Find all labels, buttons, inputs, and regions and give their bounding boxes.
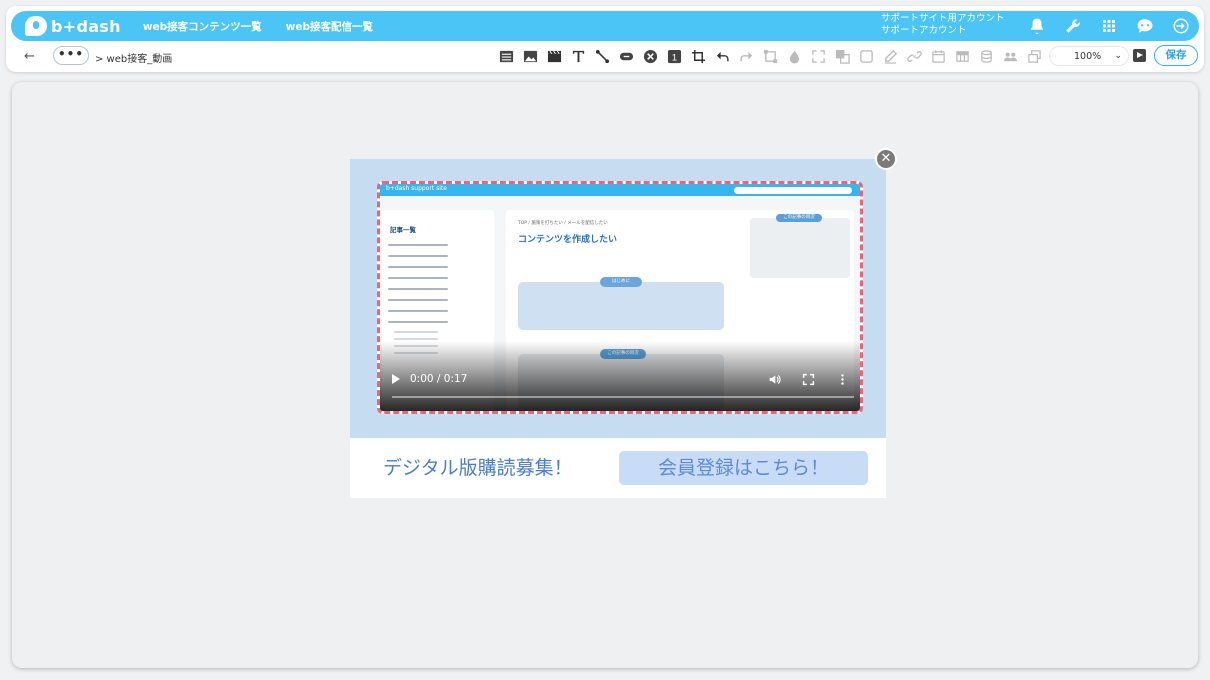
video-frame-sidebar-line — [388, 321, 448, 323]
account-info[interactable]: サポートサイト用アカウント サポートアカウント — [881, 13, 1005, 37]
video-frame-header: b+dash support site — [380, 184, 860, 196]
top-bar: b+dash web接客コンテンツ一覧 web接客配信一覧 サポートサイト用アカ… — [11, 11, 1199, 41]
redo-icon[interactable] — [734, 47, 758, 65]
link-icon[interactable] — [902, 47, 926, 65]
zoom-value: 100% — [1074, 50, 1102, 62]
pen-icon[interactable] — [878, 47, 902, 65]
more-button[interactable]: ••• — [53, 46, 89, 65]
expand-icon[interactable] — [806, 47, 830, 65]
top-icons — [1011, 11, 1191, 41]
table-icon[interactable] — [950, 47, 974, 65]
video-frame-sidebar-line — [388, 288, 448, 290]
video-frame-sidebar-line — [388, 266, 448, 268]
video-player[interactable]: b+dash support site 記事一覧 TOP / 施策を打ちたい /… — [377, 181, 863, 414]
video-frame-sidebar-line — [388, 277, 448, 279]
chat-bot-icon[interactable] — [1135, 16, 1155, 36]
account-user: サポートアカウント — [881, 25, 967, 36]
close-icon[interactable]: ✕ — [875, 148, 897, 170]
nav-content-list[interactable]: web接客コンテンツ一覧 — [143, 19, 262, 34]
save-button[interactable]: 保存 — [1154, 45, 1198, 66]
bell-icon[interactable] — [1027, 16, 1047, 36]
crop-icon[interactable] — [686, 47, 710, 65]
more-vert-icon[interactable] — [834, 371, 850, 387]
video-frame-title: コンテンツを作成したい — [518, 235, 618, 245]
zoom-select[interactable]: 100% ⌄ — [1050, 47, 1128, 65]
editor-toolbar: ← ••• > web接客_動画 1 100% ⌄ 保存 — [6, 45, 1204, 70]
window-icon[interactable] — [1022, 47, 1046, 65]
text-icon[interactable] — [566, 47, 590, 65]
svg-text:1: 1 — [671, 52, 676, 62]
border-icon[interactable] — [854, 47, 878, 65]
video-controls-right — [748, 371, 850, 387]
video-frame-sidebar-line — [388, 299, 448, 301]
database-icon[interactable] — [974, 47, 998, 65]
close-element-icon[interactable] — [638, 47, 662, 65]
preview-play-button[interactable] — [1133, 49, 1146, 62]
back-button[interactable]: ← — [24, 49, 35, 64]
video-frame-sidebar-subline — [394, 338, 438, 340]
nav-delivery-list[interactable]: web接客配信一覧 — [286, 19, 373, 34]
number-icon[interactable]: 1 — [662, 47, 686, 65]
video-frame-intro-card: はじめに — [518, 277, 724, 330]
video-time: 0:00 / 0:17 — [410, 373, 468, 385]
fullscreen-icon[interactable] — [800, 371, 816, 387]
users-icon[interactable] — [998, 47, 1022, 65]
chevron-down-icon: ⌄ — [1114, 51, 1122, 61]
video-frame-sidebar-line — [388, 255, 448, 257]
video-frame-sidebar-line — [388, 310, 448, 312]
calendar-icon[interactable] — [926, 47, 950, 65]
video-progress-bar[interactable] — [392, 396, 854, 398]
logout-icon[interactable] — [1171, 16, 1191, 36]
video-controls: 0:00 / 0:17 — [380, 369, 860, 389]
web-popup[interactable]: b+dash support site 記事一覧 TOP / 施策を打ちたい /… — [350, 148, 897, 498]
logo-icon — [25, 16, 47, 36]
list-icon[interactable] — [494, 47, 518, 65]
register-button[interactable]: 会員登録はこちら！ — [619, 451, 868, 485]
account-name: サポートサイト用アカウント — [881, 13, 1005, 24]
video-frame-crumb: TOP / 施策を打ちたい / メールを配信したい — [518, 221, 608, 226]
wrench-icon[interactable] — [1063, 16, 1083, 36]
header: b+dash web接客コンテンツ一覧 web接客配信一覧 サポートサイト用アカ… — [6, 6, 1204, 72]
breadcrumb: > web接客_動画 — [95, 54, 173, 65]
play-icon[interactable] — [392, 374, 400, 384]
video-frame-toc-heading: この記事の目次 — [776, 214, 822, 222]
logo[interactable]: b+dash — [25, 16, 121, 36]
video-frame-sidebar-line — [388, 244, 448, 246]
image-icon[interactable] — [518, 47, 542, 65]
video-clapper-icon[interactable] — [542, 47, 566, 65]
video-frame-toc: この記事の目次 — [750, 214, 850, 278]
cta-text: デジタル版購読募集！ — [383, 457, 573, 479]
tool-palette: 1 — [494, 47, 1046, 65]
volume-icon[interactable] — [766, 371, 782, 387]
fill-color-icon[interactable] — [782, 47, 806, 65]
layer-icon[interactable] — [830, 47, 854, 65]
video-frame-search — [734, 187, 852, 194]
app-root: b+dash web接客コンテンツ一覧 web接客配信一覧 サポートサイト用アカ… — [0, 0, 1210, 680]
button-icon[interactable] — [614, 47, 638, 65]
grid-icon[interactable] — [1099, 16, 1119, 36]
video-frame-sidebar-title: 記事一覧 — [390, 226, 416, 234]
video-frame-sidebar-subline — [394, 331, 438, 333]
video-frame-intro-heading: はじめに — [600, 277, 642, 287]
undo-icon[interactable] — [710, 47, 734, 65]
frame-icon[interactable] — [758, 47, 782, 65]
logo-text: b+dash — [51, 16, 121, 36]
video-frame-logo: b+dash support site — [386, 185, 447, 192]
line-icon[interactable] — [590, 47, 614, 65]
